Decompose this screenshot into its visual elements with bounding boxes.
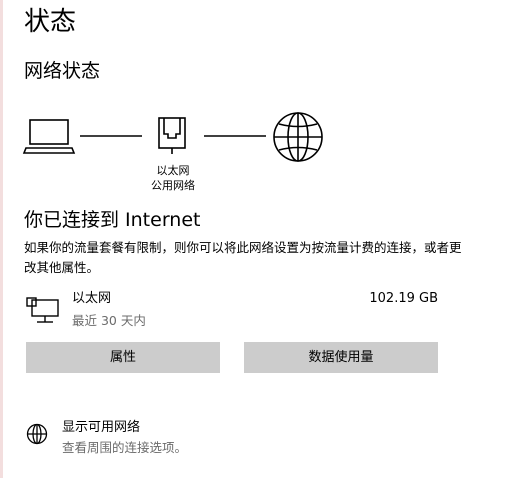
connection-status: 你已连接到 Internet <box>24 209 201 231</box>
window-left-edge <box>0 0 3 478</box>
available-networks-globe-icon[interactable] <box>26 423 48 445</box>
page-title: 状态 <box>24 7 77 37</box>
show-available-networks-description: 查看周围的连接选项。 <box>62 440 188 455</box>
laptop-icon <box>22 119 76 154</box>
connection-description: 如果你的流量套餐有限制，则你可以将此网络设置为按流量计费的连接，或者更改其他属性… <box>24 240 462 275</box>
ethernet-period: 最近 30 天内 <box>72 313 146 328</box>
network-status-heading: 网络状态 <box>24 60 101 82</box>
ethernet-adapter-icon <box>158 117 186 154</box>
ethernet-icon <box>26 297 59 323</box>
data-usage-button[interactable]: 数据使用量 <box>244 342 438 373</box>
properties-button[interactable]: 属性 <box>26 342 220 373</box>
network-diagram: 以太网 公用网络 <box>0 108 529 198</box>
adapter-name-label: 以太网 <box>156 164 190 177</box>
adapter-network-label: 公用网络 <box>151 179 195 192</box>
globe-icon <box>273 112 323 162</box>
show-available-networks-link[interactable]: 显示可用网络 <box>62 419 140 437</box>
ethernet-data-usage: 102.19 GB <box>369 291 438 306</box>
ethernet-name: 以太网 <box>72 291 112 306</box>
